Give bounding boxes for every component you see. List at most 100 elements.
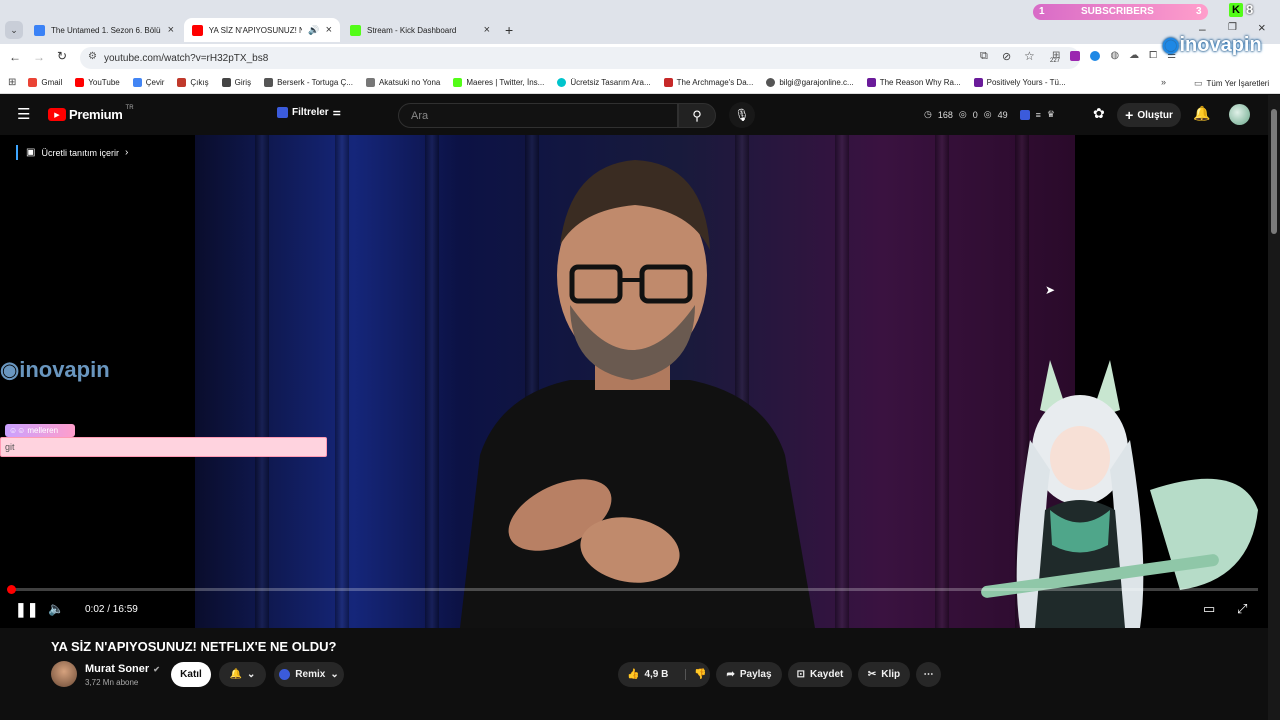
bookmark-berserk[interactable]: Berserk - Tortuga Ç... [264,78,353,87]
tab-untamed[interactable]: The Untamed 1. Sezon 6. Bölüm × [26,18,182,42]
paid-promotion-notice[interactable]: ▣ Ücretli tanıtım içerir › [16,145,128,160]
create-label: Oluştur [1137,109,1173,121]
address-bar[interactable]: ⚙ youtube.com/watch?v=rH32pTX_bs8 ⧉ ⊘ ☆ [80,47,1080,69]
extension-icon[interactable] [1070,50,1081,61]
pause-icon[interactable]: ❚❚ [15,601,38,618]
theater-mode-icon[interactable]: ▭ [1203,601,1215,617]
bookmark-reason[interactable]: The Reason Why Ra... [866,78,961,87]
gmail-icon [28,78,38,87]
filters-button[interactable]: Filtreler ⚌ [277,107,341,118]
logo-text: inovapin [1179,34,1262,56]
trophy-icon[interactable]: ♛ [1047,109,1055,120]
extension-icon[interactable]: ☁ [1129,50,1139,61]
clip-button[interactable]: ✂ Klip [858,662,910,687]
join-button[interactable]: Katıl [171,662,211,687]
more-actions-button[interactable]: ⋯ [916,662,941,687]
close-icon[interactable]: × [168,24,174,36]
kick-count: 8 [1246,2,1254,17]
site-info-icon[interactable]: ⚙ [88,51,97,62]
close-icon[interactable]: × [326,24,332,36]
bookmark-canva[interactable]: Ücretsiz Tasarım Ara... [557,78,651,87]
avatar[interactable] [1229,104,1250,125]
like-button[interactable]: 👍 4,9 B 👎 [618,662,710,687]
extension-gear-icon[interactable]: ✿ [1093,105,1105,122]
reload-icon[interactable]: ↻ [57,49,67,63]
volume-icon[interactable]: 🔈 [48,601,64,617]
new-tab-button[interactable]: + [505,22,513,38]
tab-label: The Untamed 1. Sezon 6. Bölüm [51,25,161,35]
subscribed-bell-button[interactable]: 🔔 ⌄ [219,662,266,687]
channel-name[interactable]: Murat Soner ✔ [85,663,160,675]
remix-button[interactable]: Remix ⌄ [274,662,344,687]
search-button[interactable]: ⚲ [678,103,716,128]
tab-label: YA SİZ N'APIYOSUNUZ! NE [208,25,303,35]
progress-scrubber[interactable] [7,585,16,594]
create-button[interactable]: + Oluştur [1117,103,1181,127]
speaker-icon[interactable]: 🔊 [308,25,319,36]
like-count: 4,9 B [644,669,669,680]
eye-off-icon[interactable]: ⊘ [1002,50,1011,63]
bookmark-gmail[interactable]: Gmail [28,78,62,87]
bookmark-maeres[interactable]: Maeres | Twitter, İns... [453,78,544,87]
hamburger-menu-icon[interactable]: ☰ [17,105,30,123]
progress-bar[interactable] [10,588,1258,591]
video-player[interactable]: ▣ Ücretli tanıtım içerir › ◉inovapin ➤ ❚… [0,135,1268,628]
apps-icon[interactable]: ⊞ [8,77,16,88]
save-button[interactable]: ⊡ Kaydet [788,662,852,687]
install-icon[interactable]: ⧉ [980,50,988,63]
iq-icon[interactable] [1019,109,1030,120]
bookmark-positively[interactable]: Positively Yours - Tü... [973,78,1066,87]
bookmark-archmage[interactable]: The Archmage's Da... [663,78,753,87]
thumbs-down-icon[interactable]: 👎 [685,669,707,680]
bookmarks-bar: ⊞ Gmail YouTube Çevir Çıkış Giriş Berser… [0,72,1280,94]
youtube-premium-logo[interactable]: ▶ Premium TR [48,105,134,122]
scrollbar-thumb[interactable] [1271,109,1277,234]
search-input[interactable]: Ara [398,103,678,128]
tab-youtube[interactable]: YA SİZ N'APIYOSUNUZ! NE 🔊 × [184,18,340,42]
tab-search-button[interactable]: ⌄ [5,21,23,39]
bookmark-giris[interactable]: Giriş [221,78,251,87]
sliders-icon: ⚌ [332,107,341,117]
speaker-figure [460,160,815,628]
puzzle-icon[interactable]: ⧠ [1149,50,1157,61]
bell-icon: 🔔 [229,669,243,680]
bookmark-garaj[interactable]: bilgi@garajonline.c... [766,78,854,87]
search-icon: ⚲ [692,107,702,123]
filters-label: Filtreler [292,107,329,118]
notifications-bell-icon[interactable]: 🔔 [1193,105,1210,122]
forward-icon[interactable]: → [33,50,45,64]
site-icon [663,78,673,87]
share-button[interactable]: ➦ Paylaş [716,662,782,687]
page-scrollbar[interactable] [1268,95,1280,720]
back-icon[interactable]: ← [9,50,21,64]
close-icon[interactable]: × [484,24,490,36]
list-icon[interactable]: ≡ [1036,110,1041,120]
channel-avatar[interactable] [51,661,77,687]
promo-icon: ▣ [26,147,36,158]
all-bookmarks-folder[interactable]: ▭ Tüm Yer İşaretleri [1194,78,1269,89]
bookmark-cevir[interactable]: Çevir [132,78,164,87]
subscriber-label: SUBSCRIBERS [1081,6,1154,17]
document-icon [221,78,231,87]
bookmark-star-icon[interactable]: ☆ [1024,49,1035,63]
chevron-right-icon[interactable]: » [1161,77,1166,87]
subscriber-count: 3,72 Mn abone [85,678,139,687]
fullscreen-icon[interactable]: ⤢ [1237,601,1247,617]
eye-icon: ◎ [983,109,992,119]
bookmark-youtube[interactable]: YouTube [75,78,120,87]
bookmark-akatsuki[interactable]: Akatsuki no Yona [365,78,441,87]
canva-icon [557,78,567,87]
tab-kick[interactable]: Stream - Kick Dashboard × [342,18,498,42]
extension-icon[interactable]: ◍ [1110,50,1119,61]
thumbs-up-icon: 👍 [627,669,640,680]
bookmark-label: Akatsuki no Yona [378,78,441,87]
extension-icon[interactable]: ⊞ 227 [1050,50,1060,64]
chevron-down-icon: ⌄ [330,669,339,680]
chat-message: git [0,437,327,457]
voice-search-button[interactable]: 🎙 [729,102,755,128]
stat-c: 49 [997,109,1008,120]
chat-username: melleren [27,426,59,435]
bookmark-cikis[interactable]: Çıkış [177,78,209,87]
logo-text: Premium [69,107,123,122]
extension-icon[interactable] [1090,50,1101,61]
